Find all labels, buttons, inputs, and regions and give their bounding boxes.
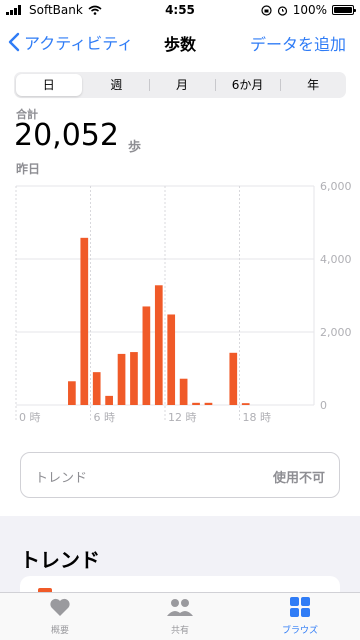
alarm-icon — [277, 5, 287, 16]
chart-bar — [92, 372, 101, 405]
segment-year[interactable]: 年 — [280, 72, 346, 98]
date-label: 昨日 — [16, 162, 41, 176]
chart-bar — [130, 352, 138, 405]
chart-bar — [241, 403, 250, 405]
tab-browse[interactable]: ブラウズ — [260, 597, 340, 636]
segment-week[interactable]: 週 — [84, 72, 150, 98]
x-tick-label: 12 時 — [168, 411, 197, 424]
chart-bar — [105, 395, 113, 405]
tab-sharing[interactable]: 共有 — [140, 597, 220, 636]
people-icon — [167, 599, 193, 616]
trend-card[interactable]: トレンド 使用不可 — [20, 452, 340, 498]
x-tick-label: 18 時 — [243, 411, 272, 424]
trend-card-label: トレンド — [35, 471, 88, 486]
total-unit: 歩 — [128, 140, 142, 155]
grid-icon — [290, 597, 310, 617]
steps-bar-chart[interactable]: 6,000 4,000 2,000 0 0 時 6 時 12 時 18 時 — [0, 176, 360, 426]
tab-summary[interactable]: 概要 — [20, 597, 100, 636]
tab-bar: 概要 共有 ブラウズ — [0, 592, 360, 640]
x-tick-label: 6 時 — [94, 411, 116, 424]
back-label: アクティビティ — [24, 34, 134, 53]
rotation-lock-icon — [261, 4, 272, 16]
y-tick-label: 0 — [320, 399, 327, 412]
chart-bar — [204, 402, 213, 405]
trends-section-title: トレンド — [20, 548, 100, 572]
steps-card: 日 週 月 6か月 年 合計 20,052 歩 昨日 6,000 4,000 2,0… — [0, 64, 360, 516]
chart-bar — [154, 285, 163, 405]
chart-bar — [80, 237, 89, 405]
tab-summary-label: 概要 — [50, 626, 69, 636]
chart-bar — [117, 353, 126, 405]
chart-bar — [167, 314, 176, 405]
battery-percent: 100% — [292, 3, 327, 17]
segment-6-months[interactable]: 6か月 — [214, 72, 281, 98]
trend-card-value: 使用不可 — [272, 471, 325, 486]
segment-month[interactable]: 月 — [149, 72, 215, 98]
segment-day[interactable]: 日 — [16, 74, 82, 96]
y-tick-label: 2,000 — [320, 326, 352, 339]
back-button[interactable]: アクティビティ — [8, 30, 133, 54]
chart-bar — [229, 352, 238, 405]
y-tick-label: 4,000 — [320, 253, 352, 266]
tab-browse-label: ブラウズ — [281, 626, 318, 636]
chevron-left-icon — [8, 32, 20, 52]
chart-bar — [68, 381, 76, 405]
navigation-bar: アクティビティ 歩数 データを追加 — [0, 20, 360, 64]
period-segmented-control: 日 週 月 6か月 年 — [14, 72, 346, 98]
x-tick-label: 0 時 — [19, 411, 41, 424]
chart-bar — [179, 378, 188, 405]
chart-bar — [142, 306, 151, 405]
tab-sharing-label: 共有 — [170, 626, 189, 636]
y-tick-label: 6,000 — [320, 180, 352, 193]
battery-icon — [332, 5, 356, 15]
chart-bar — [192, 402, 200, 405]
total-value: 20,052 — [14, 118, 119, 153]
add-data-button[interactable]: データを追加 — [250, 31, 346, 55]
heart-icon — [50, 598, 70, 616]
status-bar: SoftBank 4:55 100% — [0, 0, 360, 20]
